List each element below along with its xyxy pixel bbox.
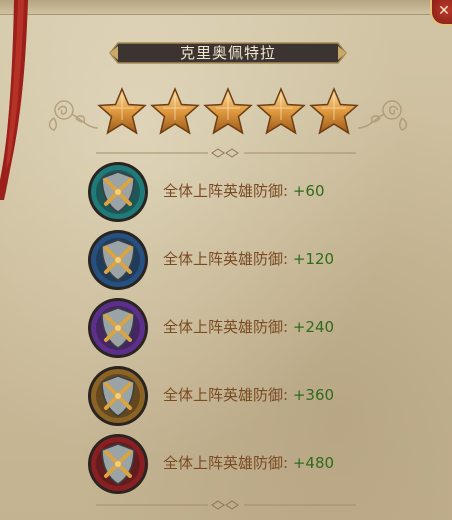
bonus-text: 全体上阵英雄防御: +480 xyxy=(163,452,334,473)
bonus-value: +60 xyxy=(292,182,325,200)
star-icon xyxy=(150,87,200,135)
bonus-value: +480 xyxy=(292,454,335,472)
left-rose-flourish xyxy=(48,100,99,131)
red-ribbon xyxy=(0,0,28,200)
hero-title-banner: 克里奥佩特拉 xyxy=(108,40,348,66)
bonus-label: 全体上阵英雄防御: xyxy=(163,250,289,268)
hero-name: 克里奥佩特拉 xyxy=(179,44,276,62)
bonus-value: +240 xyxy=(292,318,335,336)
star-icon xyxy=(203,87,253,135)
bonus-row-4: 全体上阵英雄防御: +360 xyxy=(86,364,386,428)
star-icon xyxy=(309,87,359,135)
bonus-value: +120 xyxy=(292,250,335,268)
bonus-value: +360 xyxy=(292,386,335,404)
bonus-label: 全体上阵英雄防御: xyxy=(163,386,289,404)
shield-medal-icon xyxy=(88,162,148,222)
bonus-text: 全体上阵英雄防御: +360 xyxy=(163,384,334,405)
panel-top-edge xyxy=(0,0,452,15)
right-rose-flourish xyxy=(357,100,408,131)
star-icon xyxy=(256,87,306,135)
star-icon xyxy=(97,87,147,135)
bonus-text: 全体上阵英雄防御: +240 xyxy=(163,316,334,337)
bonus-text: 全体上阵英雄防御: +120 xyxy=(163,248,334,269)
shield-medal-icon xyxy=(88,298,148,358)
shield-medal-icon xyxy=(88,434,148,494)
shield-medal-icon xyxy=(88,230,148,290)
bonus-row-3: 全体上阵英雄防御: +240 xyxy=(86,296,386,360)
bonus-label: 全体上阵英雄防御: xyxy=(163,182,289,200)
star-rating xyxy=(96,86,360,142)
bonus-text: 全体上阵英雄防御: +60 xyxy=(163,180,325,201)
top-divider xyxy=(96,148,356,158)
close-icon: ✕ xyxy=(438,3,450,19)
bonus-row-2: 全体上阵英雄防御: +120 xyxy=(86,228,386,292)
bonus-label: 全体上阵英雄防御: xyxy=(163,454,289,472)
bonus-label: 全体上阵英雄防御: xyxy=(163,318,289,336)
bottom-divider xyxy=(96,500,356,510)
bonus-row-5: 全体上阵英雄防御: +480 xyxy=(86,432,386,496)
shield-medal-icon xyxy=(88,366,148,426)
bonus-row-1: 全体上阵英雄防御: +60 xyxy=(86,160,386,224)
